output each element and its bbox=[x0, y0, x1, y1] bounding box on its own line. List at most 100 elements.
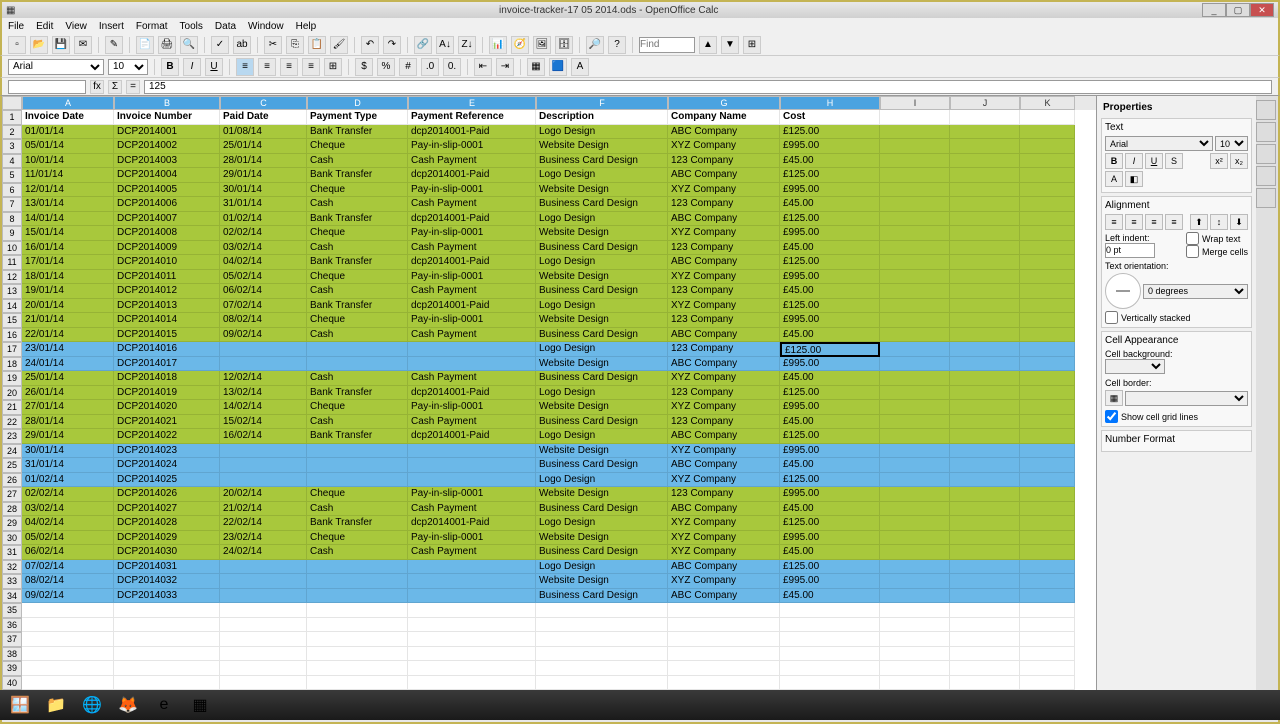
spreadsheet-grid[interactable]: ABCDEFGHIJK 1Invoice DateInvoice NumberP… bbox=[2, 96, 1096, 706]
cell[interactable]: 02/02/14 bbox=[22, 487, 114, 502]
cell[interactable] bbox=[950, 110, 1020, 125]
data-sources-button[interactable]: 🗄 bbox=[555, 36, 573, 54]
cell[interactable]: Pay-in-slip-0001 bbox=[408, 400, 536, 415]
cell[interactable]: 03/02/14 bbox=[220, 241, 307, 256]
cell[interactable]: Business Card Design bbox=[536, 502, 668, 517]
cell[interactable]: 29/01/14 bbox=[22, 429, 114, 444]
cell[interactable]: Cheque bbox=[307, 487, 408, 502]
edit-button[interactable]: ✎ bbox=[105, 36, 123, 54]
cell[interactable]: 02/02/14 bbox=[220, 226, 307, 241]
cell[interactable] bbox=[950, 299, 1020, 314]
export-pdf-button[interactable]: 📄 bbox=[136, 36, 154, 54]
cell[interactable]: Logo Design bbox=[536, 299, 668, 314]
cell[interactable]: 23/01/14 bbox=[22, 342, 114, 357]
cell[interactable]: ABC Company bbox=[668, 560, 780, 575]
row-header[interactable]: 4 bbox=[2, 154, 22, 169]
function-wizard-button[interactable]: fx bbox=[90, 80, 104, 94]
navigator-button[interactable]: 🧭 bbox=[511, 36, 529, 54]
column-header-I[interactable]: I bbox=[880, 96, 950, 110]
cell[interactable]: DCP2014033 bbox=[114, 589, 220, 604]
cell[interactable]: 123 Company bbox=[668, 342, 780, 357]
cell[interactable] bbox=[880, 342, 950, 357]
cell[interactable]: 17/01/14 bbox=[22, 255, 114, 270]
cell[interactable] bbox=[536, 603, 668, 618]
cell[interactable] bbox=[950, 270, 1020, 285]
cell[interactable]: 20/01/14 bbox=[22, 299, 114, 314]
cell[interactable] bbox=[880, 603, 950, 618]
cell[interactable]: ABC Company bbox=[668, 458, 780, 473]
column-header-K[interactable]: K bbox=[1020, 96, 1075, 110]
cell[interactable] bbox=[1020, 531, 1075, 546]
currency-button[interactable]: $ bbox=[355, 58, 373, 76]
row-header[interactable]: 16 bbox=[2, 328, 22, 343]
row-header[interactable]: 27 bbox=[2, 487, 22, 502]
cell[interactable] bbox=[307, 560, 408, 575]
cell[interactable]: Cash Payment bbox=[408, 415, 536, 430]
cell[interactable] bbox=[950, 212, 1020, 227]
cell[interactable]: dcp2014001-Paid bbox=[408, 212, 536, 227]
cell[interactable]: DCP2014028 bbox=[114, 516, 220, 531]
cell[interactable] bbox=[114, 618, 220, 633]
cell[interactable]: Cheque bbox=[307, 531, 408, 546]
find-next-button[interactable]: ▼ bbox=[721, 36, 739, 54]
sidebar-bold-button[interactable]: B bbox=[1105, 153, 1123, 169]
cell[interactable] bbox=[880, 560, 950, 575]
cell[interactable]: 123 Company bbox=[668, 415, 780, 430]
increase-indent-button[interactable]: ⇥ bbox=[496, 58, 514, 76]
cell[interactable]: DCP2014012 bbox=[114, 284, 220, 299]
cell[interactable]: Website Design bbox=[536, 357, 668, 372]
chart-button[interactable]: 📊 bbox=[489, 36, 507, 54]
cell[interactable] bbox=[880, 458, 950, 473]
cell[interactable] bbox=[950, 328, 1020, 343]
cell[interactable] bbox=[880, 168, 950, 183]
cell[interactable]: £125.00 bbox=[780, 516, 880, 531]
cell[interactable] bbox=[22, 618, 114, 633]
cell[interactable] bbox=[22, 647, 114, 662]
cell[interactable]: 16/02/14 bbox=[220, 429, 307, 444]
cell[interactable] bbox=[220, 647, 307, 662]
cell[interactable]: Cash bbox=[307, 284, 408, 299]
cell[interactable] bbox=[1020, 197, 1075, 212]
redo-button[interactable]: ↷ bbox=[383, 36, 401, 54]
cell[interactable]: XYZ Company bbox=[668, 531, 780, 546]
cell[interactable] bbox=[880, 545, 950, 560]
cell[interactable]: 01/02/14 bbox=[22, 473, 114, 488]
cell[interactable]: XYZ Company bbox=[668, 545, 780, 560]
cell[interactable] bbox=[1020, 603, 1075, 618]
cell[interactable]: Logo Design bbox=[536, 473, 668, 488]
find-prev-button[interactable]: ▲ bbox=[699, 36, 717, 54]
cell[interactable]: 123 Company bbox=[668, 154, 780, 169]
cell[interactable]: £995.00 bbox=[780, 357, 880, 372]
cell[interactable] bbox=[114, 647, 220, 662]
cell[interactable]: dcp2014001-Paid bbox=[408, 168, 536, 183]
cell[interactable] bbox=[950, 400, 1020, 415]
row-header[interactable]: 2 bbox=[2, 125, 22, 140]
cell[interactable]: ABC Company bbox=[668, 125, 780, 140]
cell[interactable]: Website Design bbox=[536, 487, 668, 502]
row-header[interactable]: 35 bbox=[2, 603, 22, 618]
sidebar-valign-bot[interactable]: ⬇ bbox=[1230, 214, 1248, 230]
cell[interactable] bbox=[1020, 473, 1075, 488]
cell[interactable]: XYZ Company bbox=[668, 444, 780, 459]
spellcheck-button[interactable]: ✓ bbox=[211, 36, 229, 54]
cell[interactable] bbox=[220, 458, 307, 473]
cell[interactable] bbox=[950, 473, 1020, 488]
cell[interactable]: Cheque bbox=[307, 313, 408, 328]
cell[interactable]: ABC Company bbox=[668, 168, 780, 183]
row-header[interactable]: 28 bbox=[2, 502, 22, 517]
cell[interactable] bbox=[1020, 241, 1075, 256]
cell[interactable] bbox=[880, 647, 950, 662]
row-header[interactable]: 32 bbox=[2, 560, 22, 575]
cell[interactable] bbox=[307, 632, 408, 647]
cell[interactable] bbox=[880, 183, 950, 198]
cell[interactable] bbox=[950, 676, 1020, 691]
cell[interactable]: DCP2014016 bbox=[114, 342, 220, 357]
sort-desc-button[interactable]: Z↓ bbox=[458, 36, 476, 54]
cell[interactable]: DCP2014023 bbox=[114, 444, 220, 459]
italic-button[interactable]: I bbox=[183, 58, 201, 76]
cell[interactable]: Bank Transfer bbox=[307, 255, 408, 270]
cell[interactable]: XYZ Company bbox=[668, 183, 780, 198]
cell[interactable]: DCP2014006 bbox=[114, 197, 220, 212]
underline-button[interactable]: U bbox=[205, 58, 223, 76]
column-header-C[interactable]: C bbox=[220, 96, 307, 110]
